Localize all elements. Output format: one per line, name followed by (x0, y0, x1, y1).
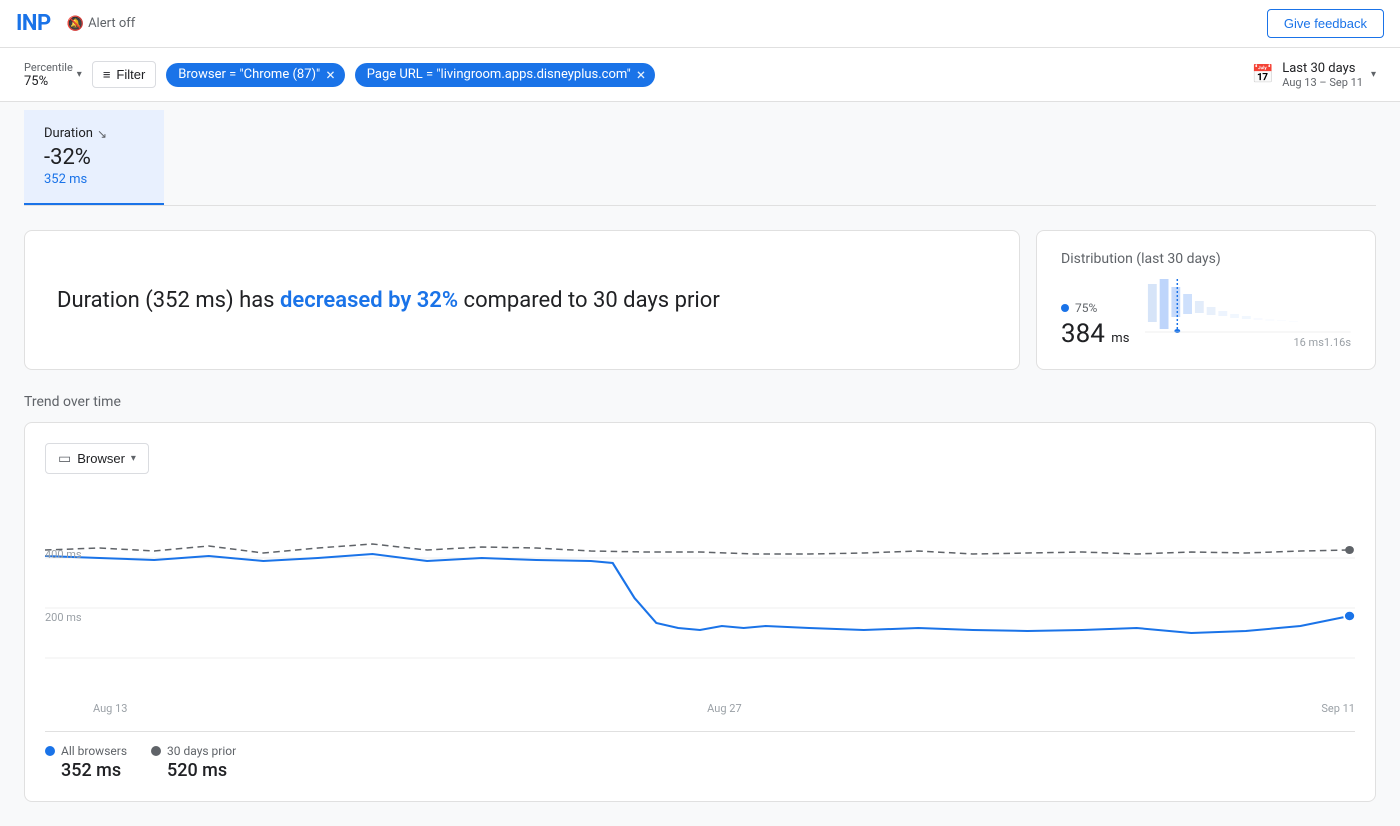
alert-off[interactable]: 🔕 Alert off (67, 16, 136, 32)
tab-duration-label: Duration (44, 126, 93, 141)
y-label-400: 400 ms (45, 548, 93, 561)
trend-card: ▭ Browser ▾ 400 ms 200 ms (24, 422, 1376, 802)
legend-dot-blue (45, 746, 55, 756)
dist-value: 384 (1061, 319, 1105, 349)
percentile-selector[interactable]: Percentile 75% ▾ (24, 61, 82, 89)
top-bar: INP 🔕 Alert off Give feedback (0, 0, 1400, 48)
prior-label: 30 days prior (167, 744, 236, 758)
browser-icon: ▭ (58, 450, 71, 467)
dist-percentile: 75% (1075, 301, 1097, 315)
alert-off-label: Alert off (88, 16, 135, 31)
chevron-down-icon: ▾ (77, 69, 82, 80)
summary-text-after: compared to 30 days prior (458, 288, 720, 313)
metric-tabs: Duration ↘ -32% 352 ms (24, 110, 1376, 206)
trend-section: Trend over time ▭ Browser ▾ 400 ms 200 m… (24, 394, 1376, 802)
distribution-chart: 16 ms 1.16s (1145, 279, 1351, 349)
filter-icon: ≡ (103, 67, 111, 82)
y-axis-labels: 400 ms 200 ms (45, 498, 93, 678)
summary-text: Duration (352 ms) has decreased by 32% c… (57, 284, 720, 317)
main-content: Duration ↘ -32% 352 ms Duration (352 ms)… (0, 110, 1400, 826)
top-bar-left: INP 🔕 Alert off (16, 11, 135, 36)
filter-bar: Percentile 75% ▾ ≡ Filter Browser = "Chr… (0, 48, 1400, 102)
date-chevron-icon: ▾ (1371, 69, 1376, 80)
tab-ms-value: 352 (44, 172, 66, 187)
browser-filter-chip[interactable]: Browser = "Chrome (87)" × (166, 63, 344, 87)
inp-badge: INP (16, 11, 51, 36)
x-axis-labels: Aug 13 Aug 27 Sep 11 (45, 698, 1355, 715)
bell-off-icon: 🔕 (67, 16, 84, 32)
trend-title: Trend over time (24, 394, 1376, 410)
pageurl-filter-chip[interactable]: Page URL = "livingroom.apps.disneyplus.c… (355, 63, 656, 87)
summary-card-main: Duration (352 ms) has decreased by 32% c… (24, 230, 1020, 370)
chart-legend: All browsers 352 ms 30 days prior 520 ms (45, 731, 1355, 781)
summary-text-before: Duration (352 ms) has (57, 288, 280, 313)
tab-duration[interactable]: Duration ↘ -32% 352 ms (24, 110, 164, 205)
date-range-picker[interactable]: 📅 Last 30 days Aug 13 – Sep 11 ▾ (1252, 60, 1376, 89)
dist-axis-max: 1.16s (1324, 336, 1351, 349)
y-label-200: 200 ms (45, 611, 93, 624)
calendar-icon: 📅 (1252, 64, 1274, 85)
all-browsers-label: All browsers (61, 744, 127, 758)
dist-dot (1061, 304, 1069, 312)
x-label-aug13: Aug 13 (93, 702, 127, 715)
pageurl-chip-close[interactable]: × (637, 67, 646, 83)
date-range-label: Last 30 days (1282, 61, 1355, 76)
percentile-label: Percentile (24, 61, 73, 74)
summary-highlight: decreased by 32% (280, 288, 458, 313)
percentile-value: 75% (24, 74, 48, 89)
pageurl-chip-label: Page URL = "livingroom.apps.disneyplus.c… (367, 67, 631, 82)
trend-down-icon: ↘ (97, 127, 107, 141)
browser-selector-button[interactable]: ▭ Browser ▾ (45, 443, 149, 474)
dist-unit: ms (1111, 331, 1129, 346)
filter-button[interactable]: ≡ Filter (92, 61, 156, 88)
date-range-sub: Aug 13 – Sep 11 (1282, 76, 1363, 89)
x-label-sep11: Sep 11 (1321, 702, 1355, 715)
legend-prior: 30 days prior 520 ms (151, 744, 236, 781)
summary-row: Duration (352 ms) has decreased by 32% c… (24, 230, 1376, 370)
dist-axis-min: 16 ms (1293, 336, 1323, 349)
legend-all-browsers: All browsers 352 ms (45, 744, 127, 781)
trend-chart-container: 400 ms 200 ms (45, 498, 1355, 698)
distribution-title: Distribution (last 30 days) (1061, 251, 1351, 267)
browser-chevron-icon: ▾ (131, 453, 136, 464)
distribution-card: Distribution (last 30 days) 75% 384 ms (1036, 230, 1376, 370)
browser-selector-label: Browser (77, 451, 125, 466)
filter-label: Filter (116, 67, 145, 82)
tab-unit: ms (69, 172, 87, 187)
trend-chart-svg (45, 498, 1355, 678)
browser-chip-label: Browser = "Chrome (87)" (178, 67, 320, 82)
x-label-aug27: Aug 27 (707, 702, 741, 715)
tab-change: -32% (44, 145, 91, 170)
give-feedback-button[interactable]: Give feedback (1267, 9, 1384, 38)
browser-chip-close[interactable]: × (326, 67, 335, 83)
legend-dot-gray (151, 746, 161, 756)
